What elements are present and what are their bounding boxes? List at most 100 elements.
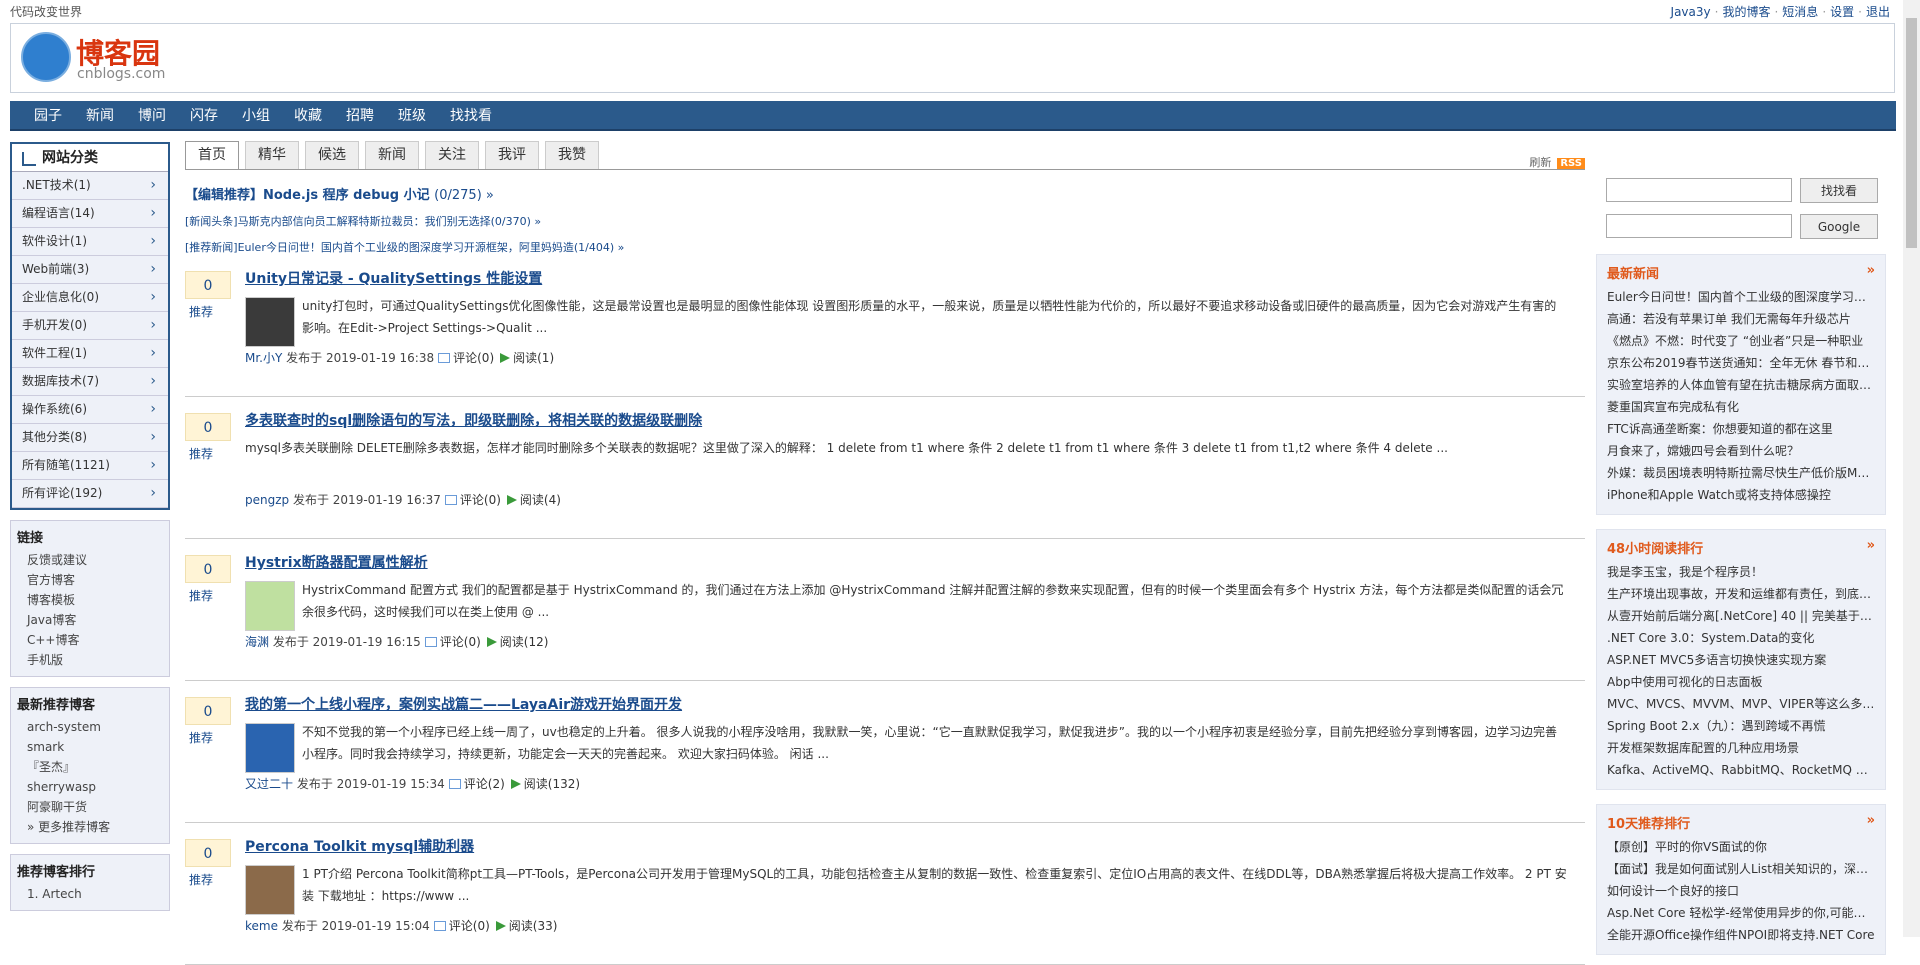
link-item[interactable]: C++博客 [17, 630, 163, 650]
link-item[interactable]: 博客模板 [17, 590, 163, 610]
editor-recommend-headline[interactable]: 【编辑推荐】Node.js 程序 debug 小记 (0/275) » [185, 184, 1585, 203]
link-item[interactable]: 官方博客 [17, 570, 163, 590]
tab-following[interactable]: 关注 [425, 141, 479, 169]
tab-featured[interactable]: 精华 [245, 141, 299, 169]
rss-logo-icon[interactable] [21, 32, 71, 82]
post-reads[interactable]: 阅读(33) [509, 919, 558, 933]
news-item[interactable]: FTC诉高通垄断案：你想要知道的都在这里 [1607, 418, 1875, 440]
refresh-link[interactable]: 刷新 [1529, 156, 1551, 169]
category-item[interactable]: 所有随笔(1121) › [12, 452, 168, 480]
post-comments[interactable]: 评论(0) [460, 493, 501, 507]
category-item[interactable]: 编程语言(14) › [12, 200, 168, 228]
top10-item[interactable]: 【面试】我是如何面试别人List相关知识的，深度... [1607, 858, 1875, 880]
hot-item[interactable]: Kafka、ActiveMQ、RabbitMQ、RocketMQ 区别... [1607, 759, 1875, 781]
news-item[interactable]: 高通：若没有苹果订单 我们无需每年升级芯片 [1607, 308, 1875, 330]
user-link-profile[interactable]: Java3y [1671, 5, 1711, 19]
nav-item-qa[interactable]: 博问 [138, 101, 166, 131]
vote-count[interactable]: 0 [185, 271, 231, 299]
recommended-blogger-item[interactable]: arch-system [17, 717, 163, 737]
hot-item[interactable]: ASP.NET MVC5多语言切换快速实现方案 [1607, 649, 1875, 671]
post-title[interactable]: Hystrix断路器配置属性解析 [245, 552, 428, 572]
news-headline[interactable]: [新闻头条]马斯克内部信向员工解释特斯拉裁员：我们别无选择(0/370) » [185, 213, 1585, 229]
category-item[interactable]: .NET技术(1) › [12, 172, 168, 200]
search-button[interactable]: 找找看 [1800, 178, 1878, 203]
category-item[interactable]: 企业信息化(0) › [12, 284, 168, 312]
news-item[interactable]: 《燃点》不燃：时代变了 “创业者”只是一种职业 [1607, 330, 1875, 352]
hot-item[interactable]: 开发框架数据库配置的几种应用场景 [1607, 737, 1875, 759]
more-news-link[interactable]: » [1867, 263, 1875, 278]
post-author[interactable]: keme [245, 919, 278, 933]
nav-item-news[interactable]: 新闻 [86, 101, 114, 131]
post-reads[interactable]: 阅读(1) [513, 351, 554, 365]
post-reads[interactable]: 阅读(132) [524, 777, 580, 791]
post-comments[interactable]: 评论(0) [449, 919, 490, 933]
top10-item[interactable]: 如何设计一个良好的接口 [1607, 880, 1875, 902]
tab-my-likes[interactable]: 我赞 [545, 141, 599, 169]
user-link-settings[interactable]: 设置 [1830, 5, 1854, 19]
blogger-rank-item[interactable]: 1. Artech [17, 884, 163, 904]
more-top10-link[interactable]: » [1867, 813, 1875, 828]
post-reads[interactable]: 阅读(12) [500, 635, 549, 649]
scrollbar-thumb[interactable] [1906, 18, 1917, 248]
hot-item[interactable]: MVC、MVCS、MVVM、MVP、VIPER等这么多架... [1607, 693, 1875, 715]
tab-news[interactable]: 新闻 [365, 141, 419, 169]
post-reads[interactable]: 阅读(4) [520, 493, 561, 507]
recommend-button[interactable]: 推荐 [185, 303, 231, 320]
news-item[interactable]: iPhone和Apple Watch或将支持体感操控 [1607, 484, 1875, 506]
nav-item-flash[interactable]: 闪存 [190, 101, 218, 131]
vote-count[interactable]: 0 [185, 413, 231, 441]
nav-item-garden[interactable]: 园子 [34, 101, 62, 131]
link-item[interactable]: Java博客 [17, 610, 163, 630]
vote-count[interactable]: 0 [185, 555, 231, 583]
post-author[interactable]: 海渊 [245, 635, 269, 649]
link-item[interactable]: 反馈或建议 [17, 550, 163, 570]
recommended-blogger-item[interactable]: 『圣杰』 [17, 757, 163, 777]
news-item[interactable]: 月食来了，嫦娥四号会看到什么呢？ [1607, 440, 1875, 462]
news-item[interactable]: 菱重国宾宣布完成私有化 [1607, 396, 1875, 418]
more-hot-link[interactable]: » [1867, 538, 1875, 553]
recommend-button[interactable]: 推荐 [185, 445, 231, 462]
link-item[interactable]: 手机版 [17, 650, 163, 670]
nav-item-search[interactable]: 找找看 [450, 101, 492, 131]
news-item[interactable]: 外媒：裁员困境表明特斯拉需尽快生产低价版Mod... [1607, 462, 1875, 484]
recommend-button[interactable]: 推荐 [185, 587, 231, 604]
hot-item[interactable]: 生产环境出现事故，开发和运维都有责任，到底该... [1607, 583, 1875, 605]
post-title[interactable]: 多表联查时的sql删除语句的写法，即级联删除，将相关联的数据级联删除 [245, 410, 702, 430]
hot-item[interactable]: 我是李玉宝，我是个程序员！ [1607, 561, 1875, 583]
category-item[interactable]: 其他分类(8) › [12, 424, 168, 452]
page-scrollbar[interactable] [1903, 0, 1920, 937]
author-avatar[interactable] [245, 581, 295, 631]
recommend-button[interactable]: 推荐 [185, 729, 231, 746]
nav-item-jobs[interactable]: 招聘 [346, 101, 374, 131]
post-author[interactable]: Mr.小Y [245, 351, 282, 365]
category-item[interactable]: 手机开发(0) › [12, 312, 168, 340]
category-item[interactable]: 操作系统(6) › [12, 396, 168, 424]
user-link-myblog[interactable]: 我的博客 [1722, 5, 1770, 19]
post-title[interactable]: 我的第一个上线小程序，案例实战篇二——LayaAir游戏开始界面开发 [245, 694, 682, 714]
recommended-blogger-item[interactable]: 阿豪聊干货 [17, 797, 163, 817]
google-search-button[interactable]: Google [1800, 214, 1878, 239]
user-link-messages[interactable]: 短消息 [1782, 5, 1818, 19]
top10-item[interactable]: 【原创】平时的你VS面试的你 [1607, 836, 1875, 858]
nav-item-groups[interactable]: 小组 [242, 101, 270, 131]
category-item[interactable]: 数据库技术(7) › [12, 368, 168, 396]
recommended-blogger-item[interactable]: smark [17, 737, 163, 757]
post-title[interactable]: Percona Toolkit mysql辅助利器 [245, 836, 474, 856]
search-input[interactable] [1606, 178, 1792, 202]
category-item[interactable]: Web前端(3) › [12, 256, 168, 284]
top10-item[interactable]: Asp.Net Core 轻松学-经常使用异步的你,可能需要... [1607, 902, 1875, 924]
tab-my-comments[interactable]: 我评 [485, 141, 539, 169]
post-comments[interactable]: 评论(0) [453, 351, 494, 365]
post-author[interactable]: 又过二十 [245, 777, 293, 791]
post-author[interactable]: pengzp [245, 493, 289, 507]
google-search-input[interactable] [1606, 214, 1792, 238]
vote-count[interactable]: 0 [185, 697, 231, 725]
hot-item[interactable]: Spring Boot 2.x（九）：遇到跨域不再慌 [1607, 715, 1875, 737]
news-item[interactable]: 实验室培养的人体血管有望在抗击糖尿病方面取得... [1607, 374, 1875, 396]
category-item[interactable]: 所有评论(192) › [12, 480, 168, 508]
hot-item[interactable]: .NET Core 3.0：System.Data的变化 [1607, 627, 1875, 649]
rss-badge[interactable]: RSS [1557, 158, 1585, 169]
category-item[interactable]: 软件工程(1) › [12, 340, 168, 368]
post-title[interactable]: Unity日常记录 - QualitySettings 性能设置 [245, 268, 542, 288]
hot-item[interactable]: 从壹开始前后端分离[.NetCore] 40 || 完美基于AOP... [1607, 605, 1875, 627]
